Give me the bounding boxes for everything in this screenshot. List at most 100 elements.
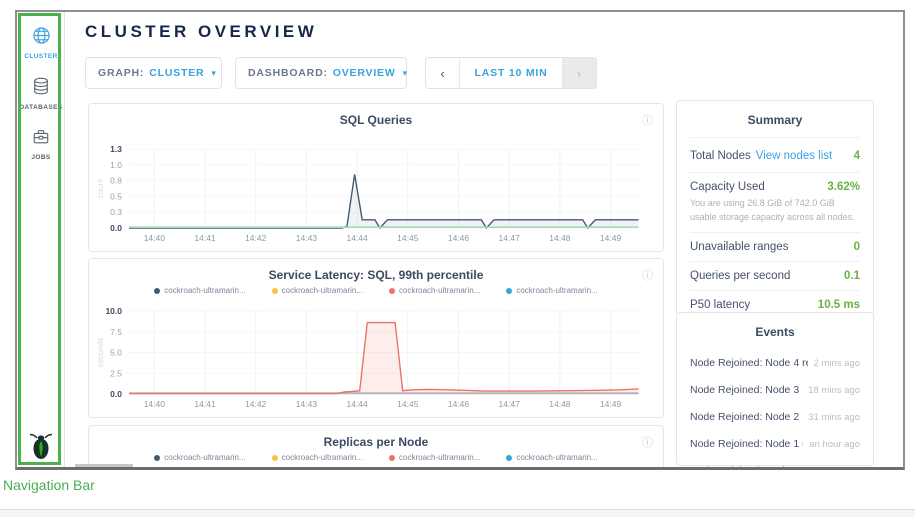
legend-dot-icon (154, 288, 160, 294)
summary-row-total-nodes: Total NodesView nodes list 4 (690, 137, 860, 172)
event-row[interactable]: Node Rejoined: Node 4 rej...an hour ago (690, 457, 860, 470)
p50-latency-value: 10.5 ms (818, 299, 860, 311)
svg-text:14:49: 14:49 (600, 233, 622, 243)
legend-label: cockroach-ultramarin... (399, 286, 480, 295)
legend-label: cockroach-ultramarin... (516, 286, 597, 295)
page-title: CLUSTER OVERVIEW (85, 22, 317, 42)
sql-queries-plot: 1.31.00.80.50.30.014:4014:4114:4214:4314… (89, 131, 663, 251)
legend-item[interactable]: cockroach-ultramarin... (154, 286, 245, 295)
svg-text:10.0: 10.0 (105, 306, 122, 316)
view-nodes-list-link[interactable]: View nodes list (756, 150, 833, 162)
sidebar-item-label: JOBS (17, 154, 65, 161)
legend-item[interactable]: cockroach-ultramarin... (272, 453, 363, 462)
svg-text:14:42: 14:42 (245, 399, 267, 409)
legend-label: cockroach-ultramarin... (164, 286, 245, 295)
chart-title: Replicas per Node (89, 435, 663, 449)
legend-label: cockroach-ultramarin... (399, 453, 480, 462)
events-list: Node Rejoined: Node 4 rej...2 mins agoNo… (690, 349, 860, 470)
event-row[interactable]: Node Rejoined: Node 4 rej... 2 mins ago (690, 349, 860, 376)
capacity-subtext: You are using 26.8 GiB of 742.0 GiB usab… (690, 197, 860, 232)
total-nodes-value: 4 (854, 150, 860, 162)
svg-text:2.5: 2.5 (110, 368, 122, 378)
legend-dot-icon (272, 455, 278, 461)
summary-panel: Summary Total NodesView nodes list 4 Cap… (676, 100, 874, 315)
event-text: Node Rejoined: Node 4 rej... (690, 357, 808, 369)
briefcase-icon (32, 128, 50, 146)
time-next-button[interactable]: › (562, 58, 596, 88)
app-window: CLUSTER DATABASES (15, 10, 905, 470)
dashboard-dropdown-label: DASHBOARD: (248, 67, 328, 79)
svg-text:count: count (96, 178, 105, 198)
legend-item[interactable]: cockroach-ultramarin... (272, 286, 363, 295)
svg-text:1.3: 1.3 (110, 144, 122, 154)
capacity-value: 3.62% (827, 181, 860, 193)
graph-dropdown[interactable]: GRAPH: CLUSTER ▾ (85, 57, 222, 89)
event-row[interactable]: Node Rejoined: Node 3 rej... 18 mins ago (690, 376, 860, 403)
sidebar-item-databases[interactable]: DATABASES (17, 77, 65, 111)
event-text: Node Rejoined: Node 3 rej... (690, 384, 802, 396)
legend-dot-icon (272, 288, 278, 294)
events-panel: Events Node Rejoined: Node 4 rej... 2 min… (676, 312, 874, 466)
legend-item[interactable]: cockroach-ultramarin... (506, 453, 597, 462)
chart-legend: cockroach-ultramarin... cockroach-ultrama… (89, 453, 663, 462)
svg-text:14:47: 14:47 (499, 399, 521, 409)
svg-text:14:44: 14:44 (346, 399, 368, 409)
time-prev-button[interactable]: ‹ (426, 58, 460, 88)
legend-label: cockroach-ultramarin... (282, 453, 363, 462)
graph-dropdown-value: CLUSTER (149, 67, 204, 79)
svg-text:14:46: 14:46 (448, 399, 470, 409)
svg-text:0.5: 0.5 (110, 191, 122, 201)
scrollbar-fragment[interactable] (75, 464, 133, 467)
legend-dot-icon (506, 288, 512, 294)
sidebar-item-label: CLUSTER (17, 53, 65, 60)
svg-text:14:41: 14:41 (194, 399, 216, 409)
legend-item[interactable]: cockroach-ultramarin... (154, 453, 245, 462)
time-range-value[interactable]: LAST 10 MIN (460, 58, 562, 88)
svg-text:14:47: 14:47 (499, 233, 521, 243)
svg-text:14:46: 14:46 (448, 233, 470, 243)
sidebar-item-jobs[interactable]: JOBS (17, 128, 65, 161)
qps-label: Queries per second (690, 270, 790, 282)
event-row[interactable]: Node Rejoined: Node 1 rej...an hour ago (690, 430, 860, 457)
event-row[interactable]: Node Rejoined: Node 2 rej...31 mins ago (690, 403, 860, 430)
navigation-bar-annotation-label: Navigation Bar (3, 477, 95, 493)
legend-item[interactable]: cockroach-ultramarin... (389, 453, 480, 462)
svg-text:seconds: seconds (96, 338, 105, 368)
legend-item[interactable]: cockroach-ultramarin... (389, 286, 480, 295)
svg-text:14:45: 14:45 (397, 233, 419, 243)
svg-text:14:43: 14:43 (296, 233, 318, 243)
globe-icon (32, 26, 51, 45)
svg-text:5.0: 5.0 (110, 348, 122, 358)
legend-label: cockroach-ultramarin... (164, 453, 245, 462)
summary-row-unavailable: Unavailable ranges 0 (690, 232, 860, 261)
legend-item[interactable]: cockroach-ultramarin... (506, 286, 597, 295)
event-time: 18 mins ago (808, 385, 860, 396)
info-icon[interactable]: ⓘ (642, 112, 653, 128)
sql-queries-chart-card: SQL Queries ⓘ 1.31.00.80.50.30.014:4014:… (88, 103, 664, 252)
svg-text:14:44: 14:44 (346, 233, 368, 243)
unavailable-ranges-label: Unavailable ranges (690, 241, 788, 253)
chevron-down-icon: ▾ (211, 68, 216, 79)
event-time: 2 mins ago (814, 358, 860, 369)
sidebar-item-cluster[interactable]: CLUSTER (17, 26, 65, 60)
svg-text:14:40: 14:40 (144, 233, 166, 243)
svg-text:14:49: 14:49 (600, 399, 622, 409)
legend-dot-icon (389, 288, 395, 294)
chart-legend: cockroach-ultramarin... cockroach-ultrama… (89, 286, 663, 295)
sidebar-item-label: DATABASES (17, 104, 65, 111)
legend-dot-icon (389, 455, 395, 461)
info-icon[interactable]: ⓘ (642, 267, 653, 283)
graph-dropdown-label: GRAPH: (98, 67, 144, 79)
events-title: Events (690, 313, 860, 349)
legend-dot-icon (506, 455, 512, 461)
dashboard-dropdown[interactable]: DASHBOARD: OVERVIEW ▾ (235, 57, 407, 89)
svg-text:0.8: 0.8 (110, 176, 122, 186)
event-text: Node Rejoined: Node 1 rej... (690, 438, 803, 450)
dashboard-dropdown-value: OVERVIEW (333, 67, 396, 79)
info-icon[interactable]: ⓘ (642, 434, 653, 450)
p50-latency-label: P50 latency (690, 299, 750, 311)
service-latency-chart-card: Service Latency: SQL, 99th percentile ⓘ … (88, 258, 664, 418)
legend-label: cockroach-ultramarin... (282, 286, 363, 295)
svg-text:14:48: 14:48 (549, 233, 571, 243)
chart-title: SQL Queries (89, 113, 663, 127)
